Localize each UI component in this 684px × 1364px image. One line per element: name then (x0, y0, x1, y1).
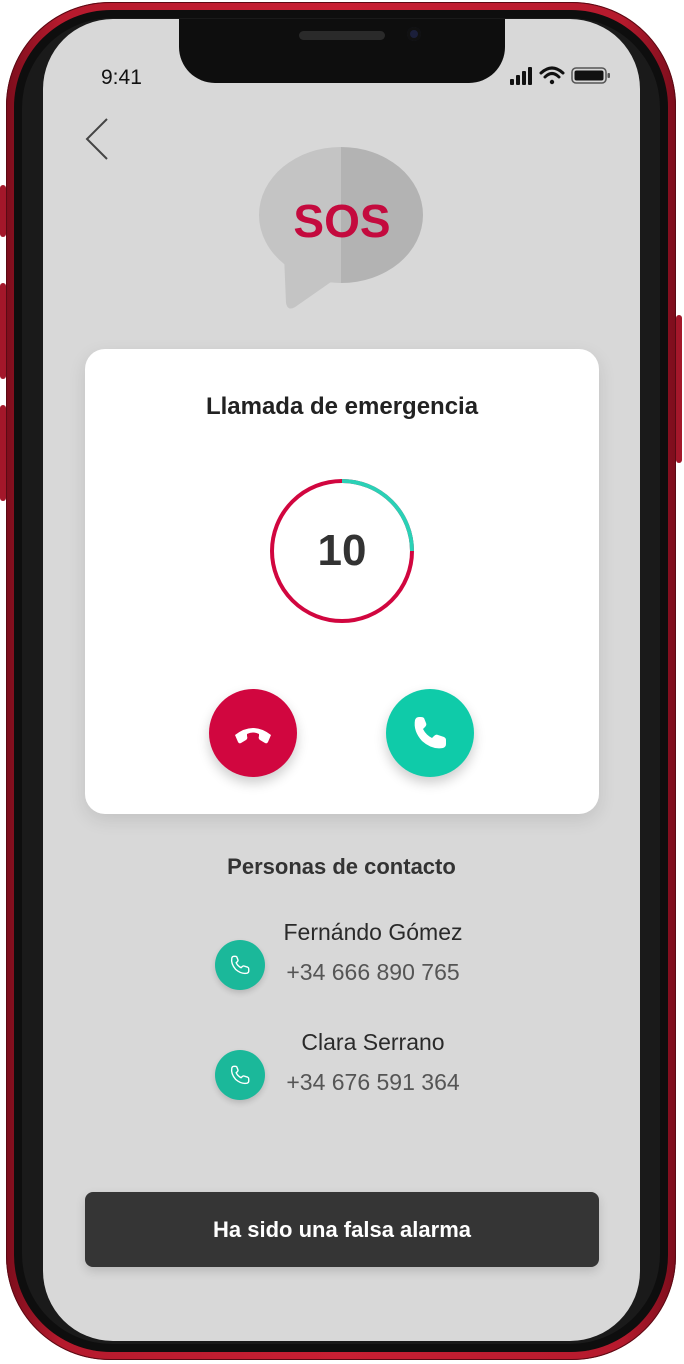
power-button (676, 315, 682, 463)
countdown-number: 10 (317, 526, 367, 575)
contact-phone: +34 666 890 765 (286, 959, 460, 985)
back-button[interactable] (83, 115, 123, 163)
screen: 9:41 SOS Llamada de emergencia 10 Person… (43, 19, 640, 1341)
battery-icon (571, 67, 610, 84)
contact-call-button[interactable] (215, 940, 265, 990)
front-camera (407, 27, 421, 41)
contact-call-button[interactable] (215, 1050, 265, 1100)
status-icons (508, 63, 618, 87)
wifi-icon (539, 66, 565, 85)
sos-logo: SOS (256, 145, 426, 315)
phone-icon (414, 717, 446, 749)
contact-name: Clara Serrano (301, 1029, 445, 1055)
notch (179, 19, 505, 83)
signal-icon (510, 67, 532, 85)
contact-item[interactable]: Fernándo Gómez +34 666 890 765 (213, 917, 503, 997)
contact-item[interactable]: Clara Serrano +34 676 591 364 (213, 1027, 503, 1107)
phone-hangup-icon (235, 728, 271, 744)
false-alarm-button[interactable]: Ha sido una falsa alarma (85, 1192, 599, 1267)
contacts-title: Personas de contacto (227, 854, 456, 879)
speaker (299, 31, 385, 40)
accept-call-button[interactable] (386, 689, 474, 777)
status-time: 9:41 (101, 66, 142, 89)
card-title: Llamada de emergencia (205, 393, 479, 420)
contact-name: Fernándo Gómez (283, 919, 463, 945)
mute-switch (0, 185, 6, 237)
decline-call-button[interactable] (209, 689, 297, 777)
phone-icon (230, 1065, 250, 1085)
contact-phone: +34 676 591 364 (286, 1069, 460, 1095)
volume-down-button (0, 405, 6, 501)
phone-icon (230, 955, 250, 975)
chevron-left-icon (85, 118, 108, 160)
emergency-call-card: Llamada de emergencia 10 (85, 349, 599, 814)
volume-up-button (0, 283, 6, 379)
sos-logo-text: SOS (293, 195, 390, 247)
countdown-timer: 10 (267, 476, 417, 626)
